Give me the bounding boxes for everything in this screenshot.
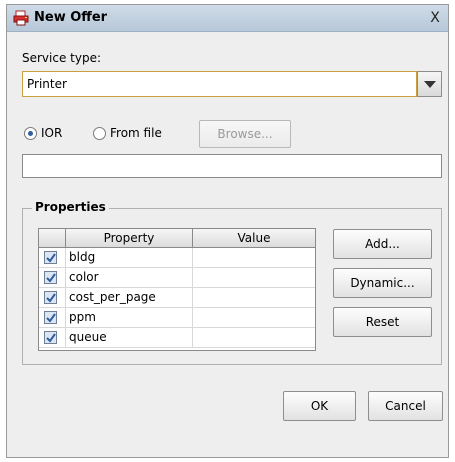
row-checkbox[interactable] xyxy=(44,251,57,264)
row-checkbox[interactable] xyxy=(44,271,57,284)
table-row[interactable]: bldg xyxy=(39,248,315,268)
property-name-cell[interactable]: bldg xyxy=(66,248,193,268)
property-value-cell[interactable] xyxy=(193,308,315,328)
printer-app-icon xyxy=(13,10,29,26)
properties-table[interactable]: Property Value bldg color cost_per_page … xyxy=(38,228,316,351)
title-bar[interactable]: New Offer X xyxy=(7,5,448,32)
property-name-cell[interactable]: ppm xyxy=(66,308,193,328)
row-checkbox[interactable] xyxy=(44,311,57,324)
service-type-combobox[interactable]: Printer xyxy=(22,71,417,97)
row-checkbox[interactable] xyxy=(44,331,57,344)
table-header: Property Value xyxy=(39,229,315,248)
property-name-cell[interactable]: queue xyxy=(66,328,193,348)
chevron-down-icon xyxy=(424,81,436,88)
service-type-value: Printer xyxy=(27,77,67,91)
property-name-cell[interactable]: color xyxy=(66,268,193,288)
ior-radio-label: IOR xyxy=(41,126,63,140)
checkmark-icon xyxy=(46,293,56,303)
service-type-dropdown-button[interactable] xyxy=(417,71,442,97)
property-value-cell[interactable] xyxy=(193,328,315,348)
column-header-check[interactable] xyxy=(39,229,66,247)
column-header-property[interactable]: Property xyxy=(66,229,193,247)
property-value-cell[interactable] xyxy=(193,268,315,288)
table-row[interactable]: color xyxy=(39,268,315,288)
property-name-cell[interactable]: cost_per_page xyxy=(66,288,193,308)
checkmark-icon xyxy=(46,333,56,343)
row-checkbox-cell xyxy=(39,328,66,348)
table-row[interactable]: ppm xyxy=(39,308,315,328)
reset-button[interactable]: Reset xyxy=(333,307,432,337)
row-checkbox-cell xyxy=(39,268,66,288)
browse-button[interactable]: Browse... xyxy=(199,120,291,148)
row-checkbox-cell xyxy=(39,248,66,268)
table-row[interactable]: cost_per_page xyxy=(39,288,315,308)
ok-button[interactable]: OK xyxy=(283,391,356,421)
ior-input[interactable] xyxy=(22,154,442,178)
row-checkbox[interactable] xyxy=(44,291,57,304)
ior-radio[interactable] xyxy=(24,127,37,140)
property-value-cell[interactable] xyxy=(193,248,315,268)
dynamic-button[interactable]: Dynamic... xyxy=(333,268,432,298)
checkmark-icon xyxy=(46,313,56,323)
checkmark-icon xyxy=(46,253,56,263)
close-button[interactable]: X xyxy=(426,9,444,27)
column-header-value[interactable]: Value xyxy=(193,229,315,247)
row-checkbox-cell xyxy=(39,308,66,328)
checkmark-icon xyxy=(46,273,56,283)
service-type-label: Service type: xyxy=(22,51,102,65)
add-button[interactable]: Add... xyxy=(333,229,432,259)
dialog-title: New Offer xyxy=(34,10,108,25)
row-checkbox-cell xyxy=(39,288,66,308)
cancel-button[interactable]: Cancel xyxy=(368,391,443,421)
table-row[interactable]: queue xyxy=(39,328,315,348)
from-file-radio-label: From file xyxy=(110,126,162,140)
properties-group-title: Properties xyxy=(32,200,109,214)
from-file-radio[interactable] xyxy=(93,127,106,140)
property-value-cell[interactable] xyxy=(193,288,315,308)
